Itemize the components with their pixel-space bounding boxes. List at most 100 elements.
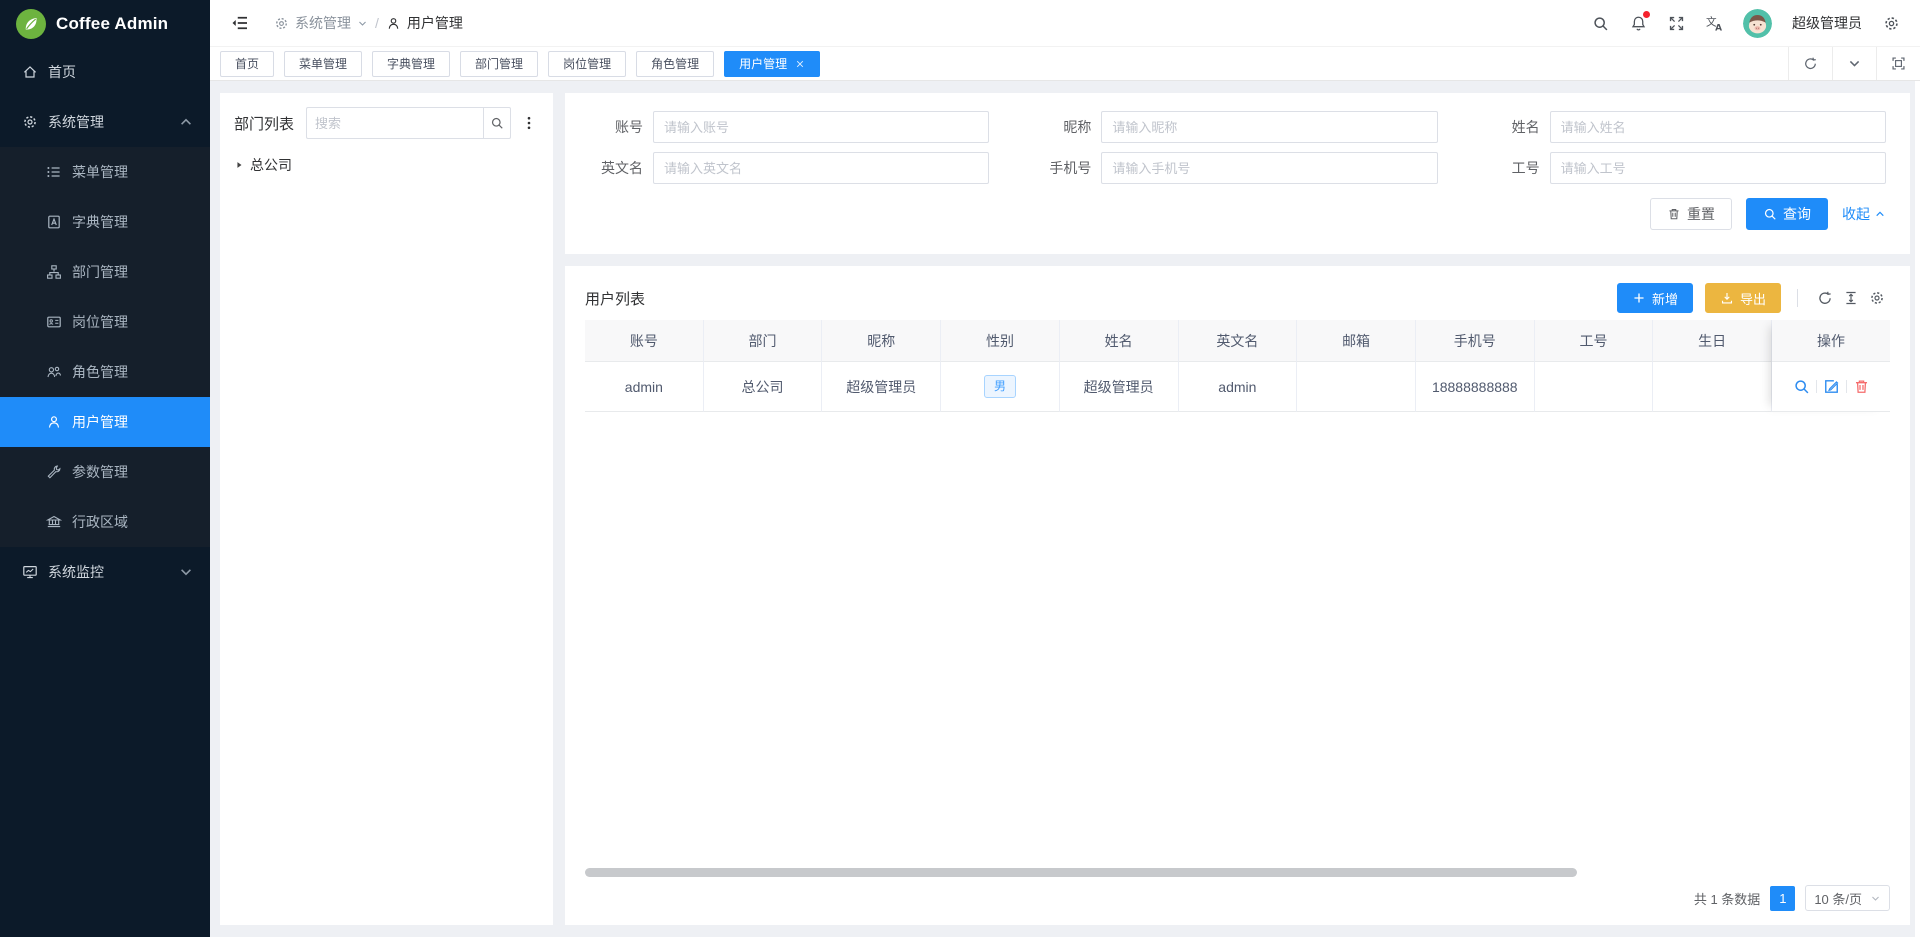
chevron-up-icon [1874,208,1886,220]
user-avatar[interactable] [1743,9,1772,38]
delete-icon[interactable] [1853,378,1870,395]
topbar: 系统管理 / 用户管理 超级管理员 [210,0,1920,47]
chevron-up-icon [178,114,194,130]
tab-post-management[interactable]: 岗位管理 [548,51,626,77]
column-header-nickname[interactable]: 昵称 [822,320,941,362]
tabs-dropdown-icon[interactable] [1832,47,1876,80]
home-icon [22,64,38,80]
export-button[interactable]: 导出 [1705,283,1781,313]
table-row[interactable]: admin 总公司 超级管理员 男 超级管理员 admin 1888888888… [585,362,1890,412]
leaf-logo-icon [16,9,46,39]
sidebar-item-admin-region[interactable]: 行政区域 [0,497,210,547]
app-logo[interactable]: Coffee Admin [0,0,210,47]
fullscreen-icon[interactable] [1667,14,1685,32]
reset-button[interactable]: 重置 [1650,198,1732,230]
main-area: 系统管理 / 用户管理 超级管理员 首页 菜单管理 [210,0,1920,937]
sidebar: Coffee Admin 首页 系统管理 菜单管理 字典管理 [0,0,210,937]
department-panel: 部门列表 总公司 [220,93,553,925]
department-more-icon[interactable] [519,115,539,131]
topbar-actions: 超级管理员 [1591,9,1900,38]
dictionary-icon [46,214,62,230]
tab-user-management[interactable]: 用户管理 [724,51,820,77]
breadcrumb-section[interactable]: 系统管理 [274,13,368,33]
cell-phone: 18888888888 [1416,362,1535,412]
nickname-input[interactable] [1101,111,1437,143]
settings-gear-icon[interactable] [1882,14,1900,32]
field-name: 姓名 [1486,111,1886,143]
column-header-birthday[interactable]: 生日 [1653,320,1772,362]
sidebar-item-home[interactable]: 首页 [0,47,210,97]
department-panel-title: 部门列表 [234,113,294,134]
page-size-select[interactable]: 10 条/页 [1805,885,1890,911]
field-job-number: 工号 [1486,152,1886,184]
sidebar-item-post-management[interactable]: 岗位管理 [0,297,210,347]
sidebar-item-system-monitor[interactable]: 系统监控 [0,547,210,597]
search-form-actions: 重置 查询 收起 [589,198,1886,230]
search-form-card: 账号 昵称 姓名 英文名 [565,93,1910,254]
trash-icon [1667,207,1681,221]
user-table-scroll-area: 账号 部门 昵称 性别 姓名 英文名 邮箱 手机号 工号 生日 [585,320,1890,865]
user-list-header: 用户列表 新增 导出 [585,276,1890,320]
tab-dict-management[interactable]: 字典管理 [372,51,450,77]
gear-icon [22,114,38,130]
search-form: 账号 昵称 姓名 英文名 [589,111,1886,184]
tab-home[interactable]: 首页 [220,51,274,77]
id-card-icon [46,314,62,330]
sidebar-item-role-management[interactable]: 角色管理 [0,347,210,397]
search-icon[interactable] [1591,14,1609,32]
window-scrollbar-track[interactable] [1915,81,1920,937]
sidebar-item-menu-management[interactable]: 菜单管理 [0,147,210,197]
edit-icon[interactable] [1823,378,1840,395]
close-icon[interactable] [795,59,805,69]
page-number-button[interactable]: 1 [1770,886,1795,911]
sidebar-item-user-management[interactable]: 用户管理 [0,397,210,447]
content-maximize-icon[interactable] [1876,47,1920,80]
search-icon [490,116,504,130]
tab-role-management[interactable]: 角色管理 [636,51,714,77]
department-search-input[interactable] [306,107,483,139]
collapse-link[interactable]: 收起 [1842,204,1886,224]
column-header-name[interactable]: 姓名 [1060,320,1179,362]
table-refresh-icon[interactable] [1812,285,1838,311]
horizontal-scrollbar-thumb[interactable] [585,868,1577,877]
sidebar-item-system-management[interactable]: 系统管理 [0,97,210,147]
refresh-tab-icon[interactable] [1788,47,1832,80]
notification-bell-icon[interactable] [1629,14,1647,32]
sidebar-item-param-management[interactable]: 参数管理 [0,447,210,497]
user-list-title: 用户列表 [585,288,645,309]
gender-tag: 男 [984,375,1016,397]
english-name-input[interactable] [653,152,989,184]
column-header-phone[interactable]: 手机号 [1416,320,1535,362]
column-header-en-name[interactable]: 英文名 [1179,320,1298,362]
tree-node-head-office[interactable]: 总公司 [234,155,539,175]
operation-divider [1846,380,1847,393]
menu-fold-icon[interactable] [230,12,252,34]
chevron-down-icon [357,18,368,29]
name-input[interactable] [1550,111,1886,143]
phone-input[interactable] [1101,152,1437,184]
department-search-button[interactable] [483,107,511,139]
sidebar-item-dict-management[interactable]: 字典管理 [0,197,210,247]
tab-dept-management[interactable]: 部门管理 [460,51,538,77]
table-actions: 新增 导出 [1617,283,1890,313]
column-header-gender[interactable]: 性别 [941,320,1060,362]
column-settings-gear-icon[interactable] [1864,285,1890,311]
sidebar-item-dept-management[interactable]: 部门管理 [0,247,210,297]
view-icon[interactable] [1793,378,1810,395]
translate-icon[interactable] [1705,14,1723,32]
user-name[interactable]: 超级管理员 [1792,13,1862,33]
tab-menu-management[interactable]: 菜单管理 [284,51,362,77]
job-number-input[interactable] [1550,152,1886,184]
column-header-email[interactable]: 邮箱 [1297,320,1416,362]
column-header-account[interactable]: 账号 [585,320,704,362]
user-table: 账号 部门 昵称 性别 姓名 英文名 邮箱 手机号 工号 生日 [585,320,1890,879]
tabs-bar: 首页 菜单管理 字典管理 部门管理 岗位管理 角色管理 用户管理 [210,47,1920,81]
column-header-job-no[interactable]: 工号 [1535,320,1654,362]
row-density-icon[interactable] [1838,285,1864,311]
account-input[interactable] [653,111,989,143]
column-header-dept[interactable]: 部门 [704,320,823,362]
add-user-button[interactable]: 新增 [1617,283,1693,313]
operation-divider [1816,380,1817,393]
cell-en-name: admin [1179,362,1298,412]
query-button[interactable]: 查询 [1746,198,1828,230]
